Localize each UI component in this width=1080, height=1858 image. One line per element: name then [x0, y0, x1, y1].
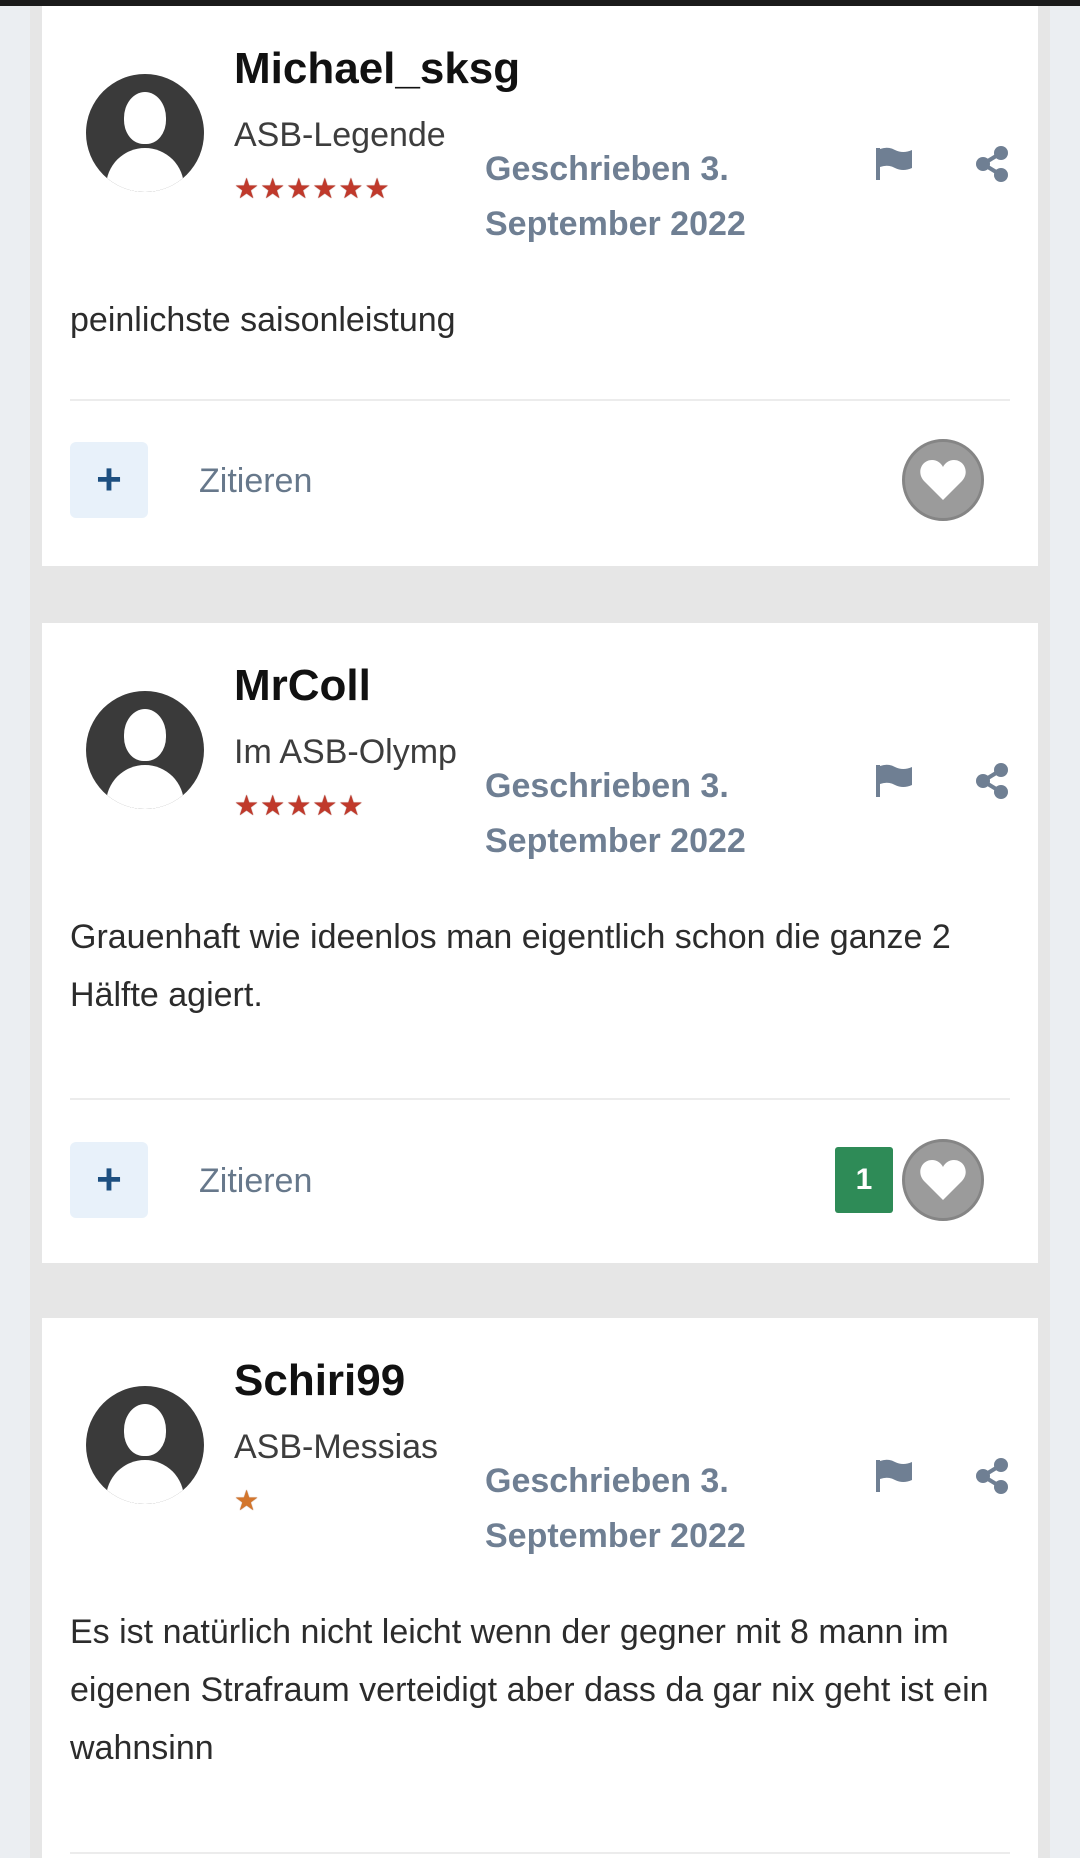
- author-name[interactable]: MrColl: [234, 661, 371, 711]
- reaction-count-badge[interactable]: 1: [835, 1147, 893, 1213]
- post-date[interactable]: Geschrieben 3. September 2022: [485, 1454, 775, 1564]
- post-card: MrColl Im ASB-Olymp ★★★★★ Geschrieben 3.…: [42, 623, 1038, 1263]
- post-card: Schiri99 ASB-Messias ★ Geschrieben 3. Se…: [42, 1318, 1038, 1858]
- post-card: Michael_sksg ASB-Legende ★★★★★★ Geschrie…: [42, 6, 1038, 566]
- post-divider: [70, 1098, 1010, 1100]
- heart-icon: [920, 1160, 966, 1200]
- plus-icon: +: [96, 1155, 122, 1204]
- share-icon[interactable]: [974, 763, 1010, 799]
- quote-link[interactable]: Zitieren: [199, 1162, 312, 1201]
- author-rank: Im ASB-Olymp: [234, 733, 457, 771]
- author-name[interactable]: Michael_sksg: [234, 44, 520, 94]
- share-icon[interactable]: [974, 1458, 1010, 1494]
- flag-icon[interactable]: [876, 763, 914, 797]
- multiquote-button[interactable]: +: [70, 442, 148, 518]
- post-divider: [70, 399, 1010, 401]
- plus-icon: +: [96, 455, 122, 504]
- post-date[interactable]: Geschrieben 3. September 2022: [485, 759, 775, 869]
- post-list: Michael_sksg ASB-Legende ★★★★★★ Geschrie…: [30, 6, 1050, 1858]
- rank-stars: ★★★★★★: [234, 173, 391, 204]
- heart-icon: [920, 460, 966, 500]
- multiquote-button[interactable]: +: [70, 1142, 148, 1218]
- rank-stars: ★★★★★: [234, 790, 365, 821]
- flag-icon[interactable]: [876, 1458, 914, 1492]
- user-avatar-icon[interactable]: [86, 74, 204, 192]
- post-content: Grauenhaft wie ideenlos man eigentlich s…: [70, 918, 951, 1014]
- post-content: Es ist natürlich nicht leicht wenn der g…: [70, 1613, 989, 1767]
- quote-link[interactable]: Zitieren: [199, 462, 312, 501]
- user-avatar-icon[interactable]: [86, 1386, 204, 1504]
- rank-stars: ★: [234, 1485, 261, 1516]
- author-rank: ASB-Legende: [234, 116, 446, 154]
- share-icon[interactable]: [974, 146, 1010, 182]
- like-button[interactable]: [902, 439, 984, 521]
- post-date[interactable]: Geschrieben 3. September 2022: [485, 142, 775, 252]
- post-divider: [70, 1852, 1010, 1854]
- like-button[interactable]: [902, 1139, 984, 1221]
- author-name[interactable]: Schiri99: [234, 1356, 405, 1406]
- post-content: peinlichste saisonleistung: [70, 301, 456, 339]
- user-avatar-icon[interactable]: [86, 691, 204, 809]
- author-rank: ASB-Messias: [234, 1428, 439, 1466]
- flag-icon[interactable]: [876, 146, 914, 180]
